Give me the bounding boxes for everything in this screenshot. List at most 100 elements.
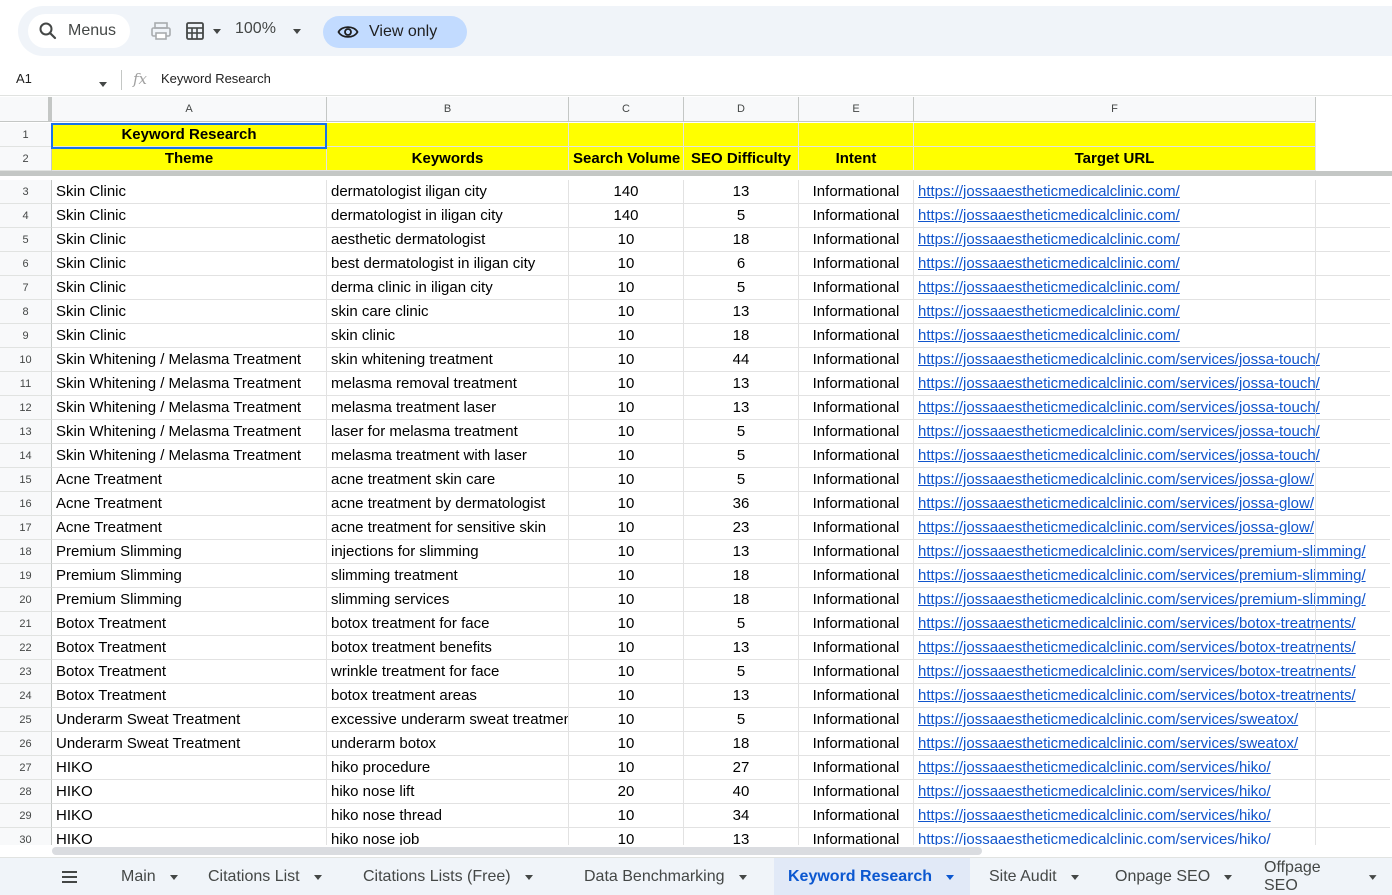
url-link[interactable]: https://jossaaestheticmedicalclinic.com/… (914, 564, 1390, 588)
table-cell-keyword[interactable]: aesthetic dermatologist (327, 228, 569, 252)
table-cell-volume[interactable]: 10 (569, 348, 684, 372)
name-box[interactable]: A1 (16, 71, 32, 86)
table-cell-keyword[interactable]: excessive underarm sweat treatmen (327, 708, 569, 732)
table-cell-intent[interactable]: Informational (799, 492, 914, 516)
table-cell-keyword[interactable]: botox treatment benefits (327, 636, 569, 660)
table-cell-keyword[interactable]: injections for slimming (327, 540, 569, 564)
url-link[interactable]: https://jossaaestheticmedicalclinic.com/ (914, 204, 1390, 228)
row-header[interactable]: 25 (0, 708, 52, 732)
table-cell-difficulty[interactable]: 13 (684, 180, 799, 204)
column-label-cell[interactable]: Search Volume (569, 147, 684, 171)
row-header[interactable]: 28 (0, 780, 52, 804)
table-cell-theme[interactable]: Underarm Sweat Treatment (52, 708, 327, 732)
table-cell-keyword[interactable]: hiko procedure (327, 756, 569, 780)
row-header[interactable]: 29 (0, 804, 52, 828)
row-header[interactable]: 15 (0, 468, 52, 492)
table-cell-intent[interactable]: Informational (799, 636, 914, 660)
sheet-grid[interactable]: ABCDEF 1 Keyword Research 2 Theme Keywords Se… (0, 97, 1392, 845)
table-cell-difficulty[interactable]: 13 (684, 540, 799, 564)
sheet-tab-citations-lists-free[interactable]: Citations Lists (Free) (349, 858, 549, 895)
table-cell-theme[interactable]: Premium Slimming (52, 564, 327, 588)
table-cell-volume[interactable]: 10 (569, 828, 684, 845)
name-box-chevron-down-icon[interactable] (97, 76, 109, 94)
row-header[interactable]: 19 (0, 564, 52, 588)
url-link[interactable]: https://jossaaestheticmedicalclinic.com/… (914, 660, 1390, 684)
table-cell-intent[interactable]: Informational (799, 684, 914, 708)
table-cell-intent[interactable]: Informational (799, 300, 914, 324)
table-cell-difficulty[interactable]: 5 (684, 612, 799, 636)
table-cell-theme[interactable]: Skin Clinic (52, 180, 327, 204)
table-cell-keyword[interactable]: acne treatment for sensitive skin (327, 516, 569, 540)
table-cell-theme[interactable]: Acne Treatment (52, 492, 327, 516)
table-cell-volume[interactable]: 10 (569, 564, 684, 588)
url-link[interactable]: https://jossaaestheticmedicalclinic.com/… (914, 420, 1390, 444)
chevron-down-icon[interactable] (737, 872, 749, 882)
row-header[interactable]: 24 (0, 684, 52, 708)
table-cell-volume[interactable]: 10 (569, 276, 684, 300)
table-cell-difficulty[interactable]: 5 (684, 444, 799, 468)
freeze-divider[interactable] (0, 171, 1392, 176)
url-link[interactable]: https://jossaaestheticmedicalclinic.com/… (914, 444, 1390, 468)
sheet-tab-keyword-research[interactable]: Keyword Research (774, 858, 971, 895)
header-fill-cell[interactable] (327, 123, 569, 147)
table-cell-volume[interactable]: 10 (569, 612, 684, 636)
row-header[interactable]: 23 (0, 660, 52, 684)
row-header[interactable]: 20 (0, 588, 52, 612)
sheet-tab-onpage-seo[interactable]: Onpage SEO (1101, 858, 1248, 895)
table-cell-intent[interactable]: Informational (799, 732, 914, 756)
table-cell-difficulty[interactable]: 18 (684, 228, 799, 252)
url-link[interactable]: https://jossaaestheticmedicalclinic.com/… (914, 612, 1390, 636)
table-cell-theme[interactable]: HIKO (52, 828, 327, 845)
row-header[interactable]: 27 (0, 756, 52, 780)
table-cell-intent[interactable]: Informational (799, 780, 914, 804)
sheet-tab-offpage-seo[interactable]: Offpage SEO (1250, 858, 1392, 895)
table-cell-difficulty[interactable]: 40 (684, 780, 799, 804)
table-cell-theme[interactable]: Skin Clinic (52, 300, 327, 324)
table-cell-theme[interactable]: HIKO (52, 756, 327, 780)
table-cell-intent[interactable]: Informational (799, 348, 914, 372)
table-cell-difficulty[interactable]: 36 (684, 492, 799, 516)
table-cell-theme[interactable]: HIKO (52, 804, 327, 828)
table-cell-volume[interactable]: 140 (569, 180, 684, 204)
view-only-button[interactable]: View only (323, 16, 467, 48)
table-cell-volume[interactable]: 10 (569, 324, 684, 348)
url-link[interactable]: https://jossaaestheticmedicalclinic.com/… (914, 828, 1390, 845)
url-link[interactable]: https://jossaaestheticmedicalclinic.com/… (914, 636, 1390, 660)
table-cell-difficulty[interactable]: 18 (684, 732, 799, 756)
chevron-down-icon[interactable] (1367, 872, 1378, 882)
table-cell-volume[interactable]: 10 (569, 468, 684, 492)
table-cell-volume[interactable]: 10 (569, 372, 684, 396)
table-cell-volume[interactable]: 10 (569, 732, 684, 756)
chevron-down-icon[interactable] (523, 872, 535, 882)
table-cell-theme[interactable]: Skin Clinic (52, 324, 327, 348)
row-header[interactable]: 17 (0, 516, 52, 540)
row-header[interactable]: 4 (0, 204, 52, 228)
table-cell-theme[interactable]: Botox Treatment (52, 660, 327, 684)
url-link[interactable]: https://jossaaestheticmedicalclinic.com/ (914, 180, 1390, 204)
table-cell-volume[interactable]: 140 (569, 204, 684, 228)
table-cell-intent[interactable]: Informational (799, 444, 914, 468)
row-header[interactable]: 1 (0, 123, 52, 147)
url-link[interactable]: https://jossaaestheticmedicalclinic.com/… (914, 372, 1390, 396)
table-cell-intent[interactable]: Informational (799, 420, 914, 444)
column-header-f[interactable]: F (914, 97, 1316, 122)
table-cell-keyword[interactable]: slimming treatment (327, 564, 569, 588)
table-cell-volume[interactable]: 10 (569, 636, 684, 660)
table-cell-difficulty[interactable]: 13 (684, 828, 799, 845)
row-header[interactable]: 7 (0, 276, 52, 300)
url-link[interactable]: https://jossaaestheticmedicalclinic.com/… (914, 780, 1390, 804)
table-cell-intent[interactable]: Informational (799, 276, 914, 300)
table-cell-volume[interactable]: 10 (569, 516, 684, 540)
table-cell-difficulty[interactable]: 13 (684, 300, 799, 324)
table-cell-theme[interactable]: Skin Clinic (52, 252, 327, 276)
table-cell-keyword[interactable]: laser for melasma treatment (327, 420, 569, 444)
table-cell-intent[interactable]: Informational (799, 828, 914, 845)
row-header[interactable]: 5 (0, 228, 52, 252)
column-header-b[interactable]: B (327, 97, 569, 122)
row-header[interactable]: 11 (0, 372, 52, 396)
table-cell-intent[interactable]: Informational (799, 708, 914, 732)
sheet-tab-data-benchmarking[interactable]: Data Benchmarking (570, 858, 763, 895)
url-link[interactable]: https://jossaaestheticmedicalclinic.com/ (914, 276, 1390, 300)
table-cell-keyword[interactable]: acne treatment skin care (327, 468, 569, 492)
table-cell-intent[interactable]: Informational (799, 660, 914, 684)
